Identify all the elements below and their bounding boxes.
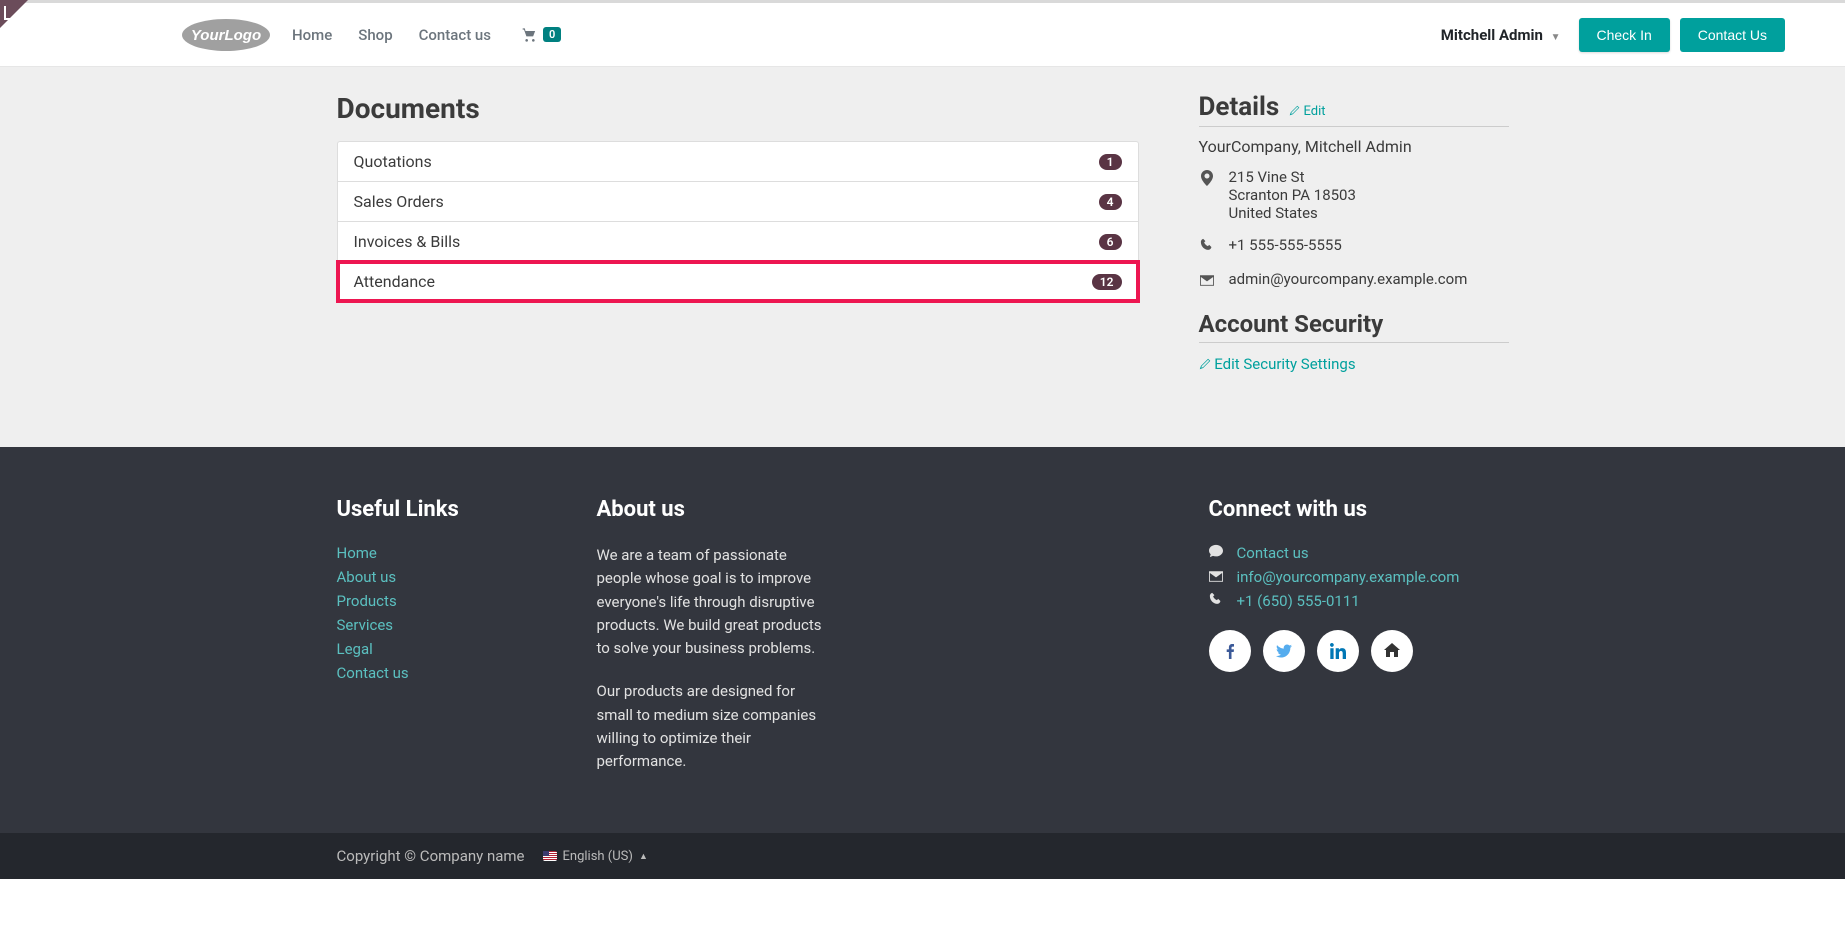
linkedin-icon[interactable]	[1317, 630, 1359, 672]
footer: Useful Links Home About us Products Serv…	[0, 447, 1845, 833]
edit-security-link[interactable]: Edit Security Settings	[1199, 355, 1509, 373]
envelope-icon	[1209, 568, 1225, 586]
footer-link-home[interactable]: Home	[337, 544, 517, 562]
nav-links: Home Shop Contact us	[292, 26, 491, 44]
doc-label: Invoices & Bills	[354, 232, 461, 251]
svg-text:YourLogo: YourLogo	[191, 27, 261, 44]
edit-label: Edit	[1304, 104, 1326, 119]
cart-icon	[521, 27, 539, 43]
check-in-button[interactable]: Check In	[1579, 18, 1670, 52]
home-icon[interactable]	[1371, 630, 1413, 672]
body-bg: Documents Quotations 1 Sales Orders 4 In…	[0, 67, 1845, 447]
details-phone: +1 555-555-5555	[1229, 236, 1342, 256]
documents-list: Quotations 1 Sales Orders 4 Invoices & B…	[337, 141, 1139, 302]
logo[interactable]: YourLogo	[180, 15, 272, 55]
pencil-icon	[1289, 105, 1300, 116]
chevron-down-icon: ▼	[1551, 32, 1561, 43]
user-name: Mitchell Admin	[1441, 26, 1543, 44]
edit-details-link[interactable]: Edit	[1289, 104, 1325, 119]
doc-count: 1	[1099, 154, 1122, 170]
footer-about: About us We are a team of passionate peo…	[597, 497, 823, 793]
language-label: English (US)	[563, 849, 633, 864]
footer-connect-contact[interactable]: Contact us	[1237, 544, 1309, 562]
footer-connect: Connect with us Contact us info@yourcomp…	[1209, 497, 1509, 793]
footer-connect-title: Connect with us	[1209, 497, 1509, 522]
doc-label: Sales Orders	[354, 192, 444, 211]
doc-item-quotations[interactable]: Quotations 1	[338, 142, 1138, 182]
footer-link-legal[interactable]: Legal	[337, 640, 517, 658]
doc-item-invoices[interactable]: Invoices & Bills 6	[338, 222, 1138, 262]
documents-section: Documents Quotations 1 Sales Orders 4 In…	[337, 92, 1139, 373]
doc-count: 4	[1099, 194, 1122, 210]
corner-triangle[interactable]	[0, 0, 28, 28]
doc-count: 6	[1099, 234, 1122, 250]
contact-us-button[interactable]: Contact Us	[1680, 18, 1785, 52]
user-dropdown[interactable]: Mitchell Admin ▼	[1441, 26, 1561, 44]
details-title: Details	[1199, 92, 1280, 122]
doc-item-attendance[interactable]: Attendance 12	[338, 262, 1138, 301]
phone-icon	[1209, 592, 1225, 610]
chevron-up-icon: ▲	[639, 851, 648, 862]
nav-contact[interactable]: Contact us	[419, 26, 491, 44]
page-title: Documents	[337, 92, 1139, 125]
social-row	[1209, 630, 1509, 672]
flag-icon	[543, 851, 557, 861]
doc-item-sales-orders[interactable]: Sales Orders 4	[338, 182, 1138, 222]
details-name: YourCompany, Mitchell Admin	[1199, 137, 1509, 156]
envelope-icon	[1199, 270, 1215, 290]
footer-connect-phone[interactable]: +1 (650) 555-0111	[1237, 592, 1360, 610]
pencil-icon	[1199, 358, 1211, 370]
security-title: Account Security	[1199, 310, 1509, 343]
doc-label: Attendance	[354, 272, 436, 291]
nav-home[interactable]: Home	[292, 26, 332, 44]
footer-about-p2: Our products are designed for small to m…	[597, 680, 823, 773]
security-link-label: Edit Security Settings	[1214, 355, 1355, 373]
footer-link-contact[interactable]: Contact us	[337, 664, 517, 682]
phone-icon	[1199, 236, 1215, 256]
footer-bottom: Copyright © Company name English (US) ▲	[0, 833, 1845, 879]
nav-shop[interactable]: Shop	[358, 26, 392, 44]
doc-label: Quotations	[354, 152, 432, 171]
footer-link-products[interactable]: Products	[337, 592, 517, 610]
header: YourLogo Home Shop Contact us 0 Mitchell…	[0, 3, 1845, 67]
language-selector[interactable]: English (US) ▲	[543, 849, 648, 864]
facebook-icon[interactable]	[1209, 630, 1251, 672]
speech-icon	[1209, 544, 1225, 562]
footer-connect-email[interactable]: info@yourcompany.example.com	[1237, 568, 1460, 586]
details-section: Details Edit YourCompany, Mitchell Admin…	[1199, 92, 1509, 373]
footer-about-p1: We are a team of passionate people whose…	[597, 544, 823, 660]
footer-link-services[interactable]: Services	[337, 616, 517, 634]
twitter-icon[interactable]	[1263, 630, 1305, 672]
footer-link-about[interactable]: About us	[337, 568, 517, 586]
copyright-text: Copyright © Company name	[337, 847, 525, 865]
footer-useful-links: Useful Links Home About us Products Serv…	[337, 497, 517, 793]
footer-useful-title: Useful Links	[337, 497, 517, 522]
footer-about-title: About us	[597, 497, 823, 522]
doc-count: 12	[1092, 274, 1122, 290]
map-marker-icon	[1199, 168, 1215, 222]
cart-badge: 0	[543, 27, 561, 42]
cart-link[interactable]: 0	[521, 27, 561, 43]
details-email: admin@yourcompany.example.com	[1229, 270, 1468, 290]
details-address: 215 Vine St Scranton PA 18503 United Sta…	[1229, 168, 1356, 222]
